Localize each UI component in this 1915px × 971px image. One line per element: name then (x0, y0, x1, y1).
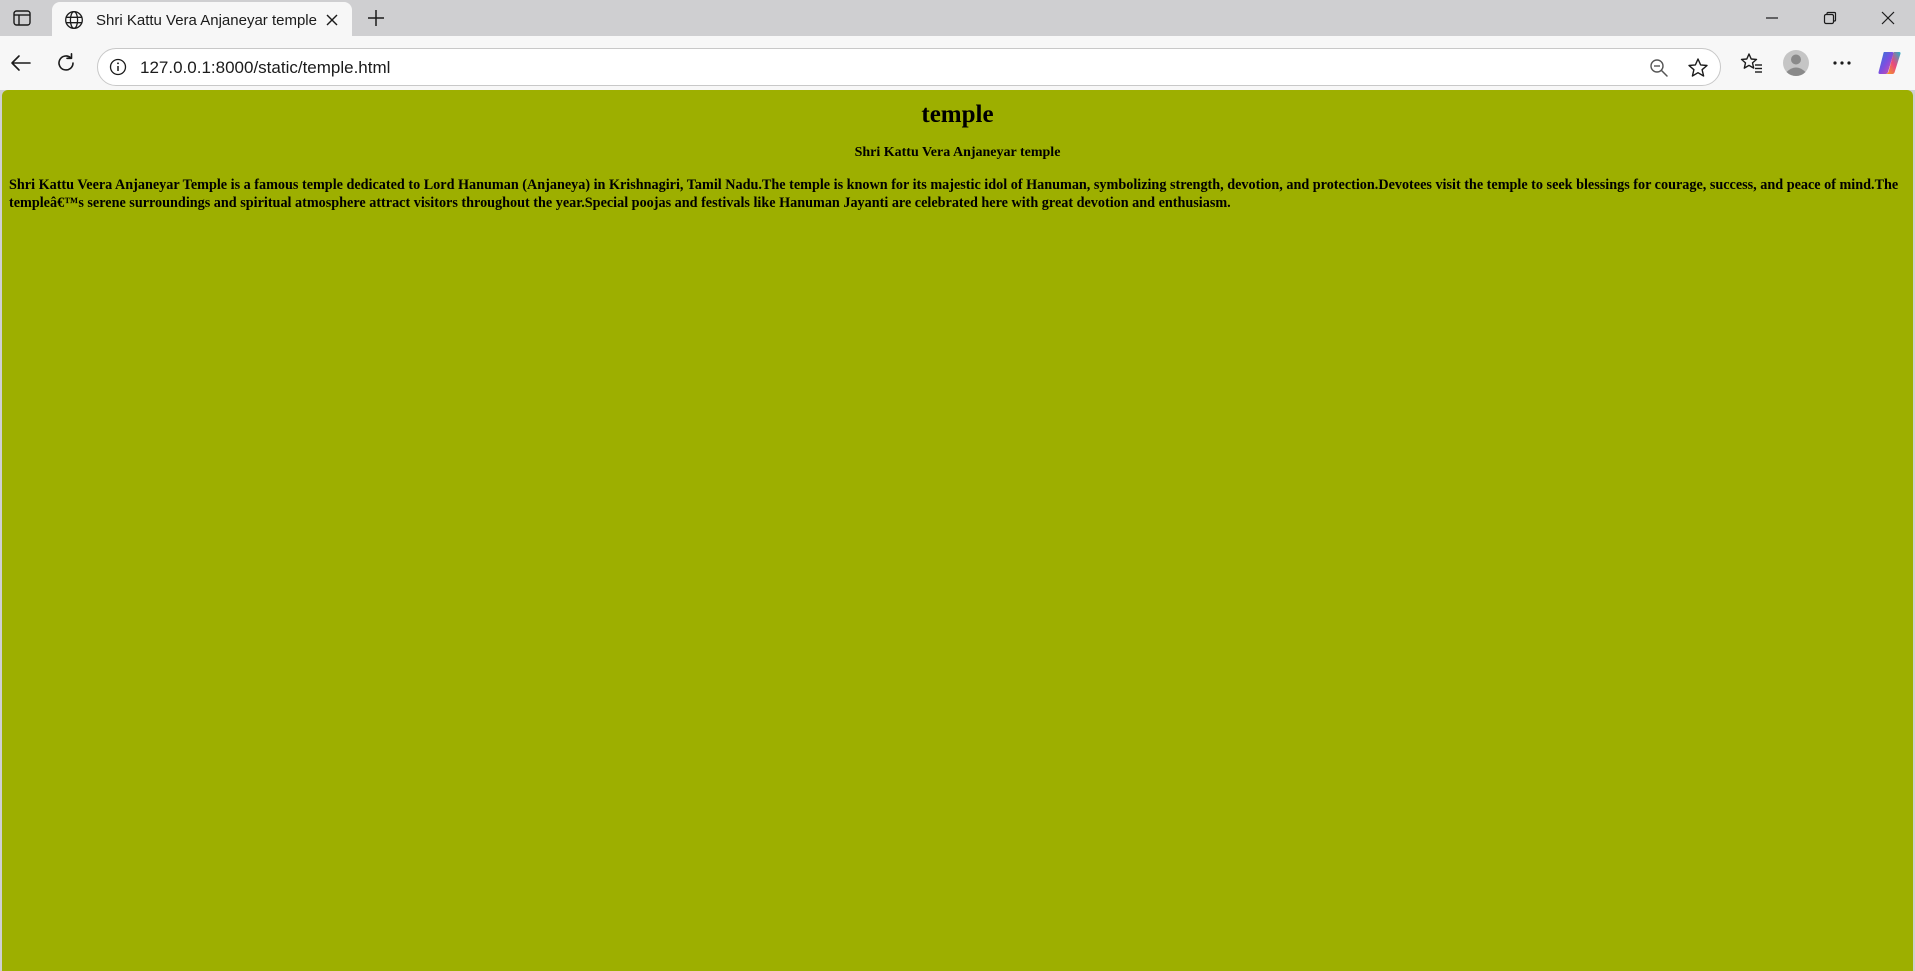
star-icon[interactable] (1686, 56, 1710, 80)
address-bar[interactable]: 127.0.0.1:8000/static/temple.html (97, 48, 1721, 86)
back-arrow-icon[interactable] (5, 47, 37, 79)
avatar[interactable] (1780, 47, 1812, 79)
tab-title: Shri Kattu Vera Anjaneyar temple (96, 11, 317, 29)
tab-strip: Shri Kattu Vera Anjaneyar temple (0, 0, 1915, 38)
browser-tab[interactable]: Shri Kattu Vera Anjaneyar temple (52, 2, 352, 38)
close-icon[interactable] (1859, 0, 1915, 36)
page-title: temple (921, 101, 994, 128)
temple-description: Shri Kattu Veera Anjaneyar Temple is a f… (9, 177, 1899, 211)
page-subtitle: Shri Kattu Vera Anjaneyar temple (854, 145, 1061, 160)
page-viewport: temple Shri Kattu Vera Anjaneyar temple … (2, 90, 1913, 971)
restore-icon[interactable] (1801, 0, 1859, 36)
favorites-icon[interactable] (1736, 47, 1768, 79)
copilot-icon[interactable] (1873, 47, 1905, 79)
tab-actions-icon[interactable] (8, 6, 36, 30)
url-text[interactable]: 127.0.0.1:8000/static/temple.html (140, 58, 390, 78)
globe-icon (64, 10, 84, 30)
zoom-out-icon[interactable] (1648, 57, 1670, 79)
more-icon[interactable] (1826, 47, 1858, 79)
info-icon[interactable] (108, 57, 128, 77)
tab-close-icon[interactable] (322, 10, 342, 30)
reload-icon[interactable] (50, 47, 82, 79)
minimize-icon[interactable] (1743, 0, 1801, 36)
plus-icon[interactable] (362, 6, 390, 30)
